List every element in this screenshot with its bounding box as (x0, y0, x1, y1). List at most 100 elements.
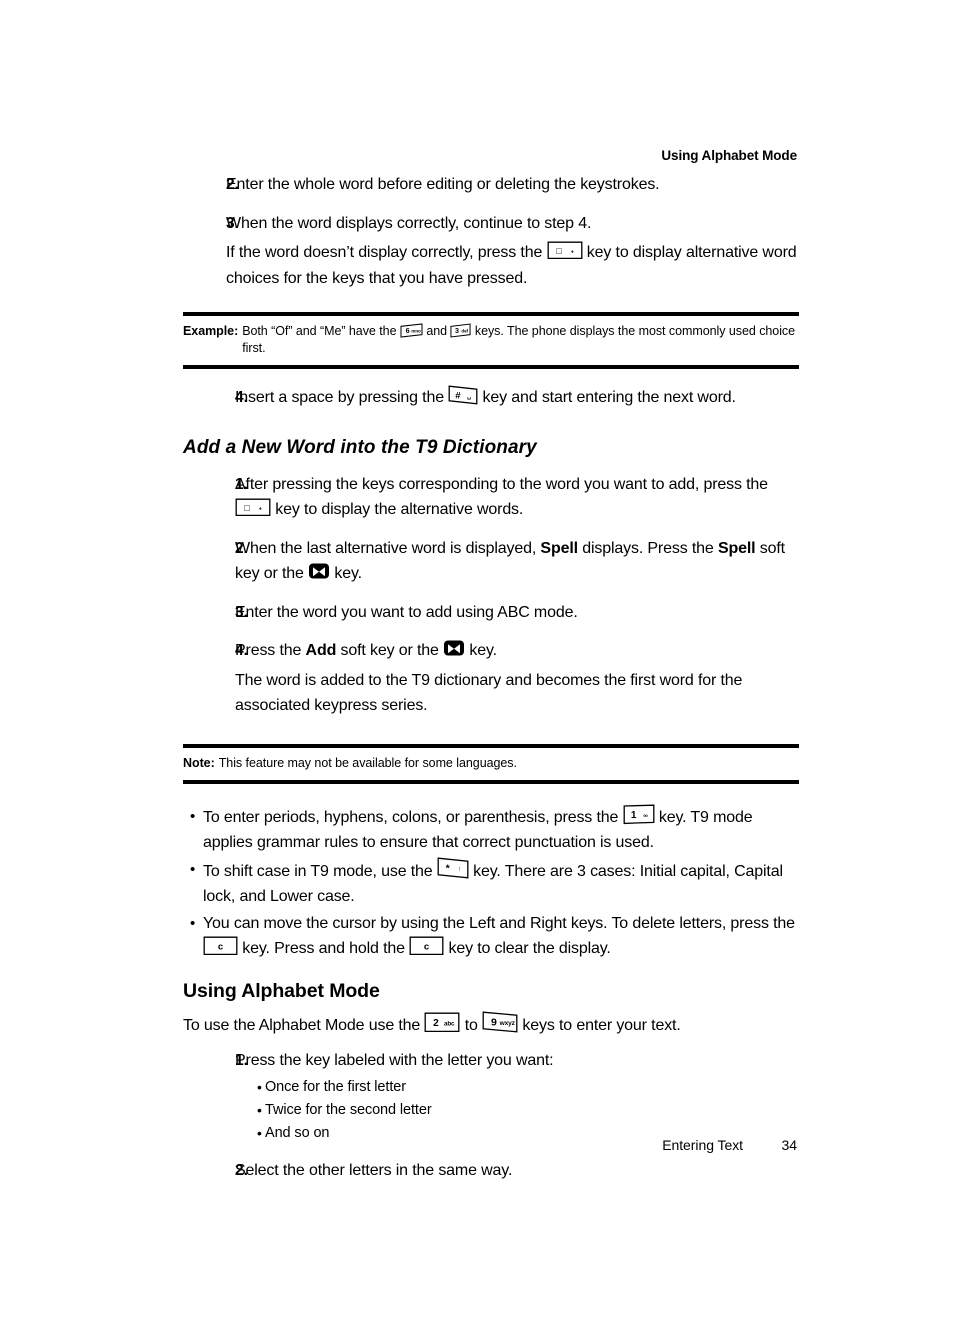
step-paragraph: Enter the whole word before editing or d… (226, 176, 660, 193)
svg-text:#: # (456, 390, 462, 401)
example-label: Example: (183, 324, 239, 338)
note-text: This feature may not be available for so… (218, 755, 517, 770)
bullet-dot-icon: • (190, 807, 196, 825)
step-number: 3. (235, 603, 248, 621)
phone-key-clear-icon: c (409, 936, 444, 956)
note-label: Note: (183, 755, 215, 770)
section-heading-alphabet-mode: Using Alphabet Mode (183, 979, 380, 1002)
svg-text:def: def (462, 329, 469, 334)
bullet-dot-icon: • (190, 914, 196, 932)
phone-key-1-icon: 1 ∞ (623, 804, 655, 825)
phone-key-pound-icon: # ␣ (448, 385, 478, 405)
svg-text:wxyz: wxyz (499, 1019, 516, 1026)
svg-text:mno: mno (411, 329, 421, 334)
numbered-step: 1. After pressing the keys corresponding … (183, 472, 799, 523)
footer-chapter-label: Entering Text (662, 1137, 743, 1153)
tip-bullet-text: To enter periods, hyphens, colons, or pa… (203, 804, 799, 856)
svg-text:␣: ␣ (467, 394, 471, 400)
step-paragraph: Insert a space by pressing the # ␣ key an… (235, 385, 799, 411)
tip-bullet-item: • To enter periods, hyphens, colons, or p… (183, 804, 799, 856)
svg-text:abc: abc (444, 1020, 455, 1027)
step-body: Select the other letters in the same way… (235, 1158, 799, 1184)
numbered-step: 1. Press the key labeled with the letter … (183, 1048, 799, 1145)
svg-text:9: 9 (491, 1016, 497, 1028)
step-body: Press the key labeled with the letter yo… (235, 1048, 799, 1145)
numbered-step: 4. Insert a space by pressing the # ␣ key … (183, 385, 799, 411)
phone-key-ok-nav-icon (443, 639, 465, 658)
note-box: Note: This feature may not be available … (183, 743, 799, 784)
tips-bullet-list: • To enter periods, hyphens, colons, or p… (183, 804, 799, 962)
bullet-dot-icon: • (257, 1078, 262, 1095)
tip-bullet-item: • To shift case in T9 mode, use the * ↑ ke… (183, 856, 799, 910)
page-content: 2. Enter the whole word before editing or… (183, 172, 799, 1196)
emphasis-text: Add (305, 642, 337, 659)
phone-key-star-icon: * ↑ (437, 856, 469, 879)
sub-bullet-text: Twice for the second letter (265, 1101, 432, 1118)
alphabet-steps-list: 1. Press the key labeled with the letter … (183, 1048, 799, 1183)
example-text: Both “Of” and “Me” have the 6 mno and 3 de… (242, 323, 796, 355)
step-paragraph: If the word doesn’t display correctly, p… (226, 240, 799, 291)
phone-key-ok-nav-icon (308, 562, 330, 581)
tip-bullet-text: To shift case in T9 mode, use the * ↑ key… (203, 856, 799, 910)
step-number: 2. (235, 539, 248, 557)
step-body: After pressing the keys corresponding to… (235, 472, 799, 523)
numbered-step: 4. Press the Add soft key or the key. The … (183, 638, 799, 719)
step-body: When the last alternative word is displa… (235, 536, 799, 587)
emphasis-text: Spell (540, 539, 578, 557)
sub-bullet-list: • Once for the first letter • Twice for the… (235, 1076, 799, 1145)
phone-key-0-plus-icon: □ + (547, 241, 583, 260)
bullet-dot-icon: • (257, 1101, 262, 1118)
svg-text:□: □ (556, 246, 562, 256)
phone-key-3-def-icon: 3 def (450, 323, 472, 338)
step-number: 2. (226, 176, 239, 193)
steps-top-list: 2. Enter the whole word before editing or… (183, 172, 799, 291)
t9-steps-list: 1. After pressing the keys corresponding … (183, 472, 799, 719)
step-number: 4. (235, 642, 248, 659)
step-paragraph: After pressing the keys corresponding to… (235, 475, 768, 519)
phone-key-6-mno-icon: 6 mno (400, 323, 423, 338)
step-paragraph: Press the key labeled with the letter yo… (235, 1052, 554, 1069)
step-four-list: 4. Insert a space by pressing the # ␣ key … (183, 385, 799, 411)
sub-bullet-item: • Twice for the second letter (235, 1099, 799, 1122)
svg-text:∞: ∞ (643, 812, 648, 819)
svg-text:2: 2 (434, 1017, 440, 1028)
numbered-step: 3. Enter the word you want to add using A… (183, 600, 799, 626)
step-number: 3. (226, 214, 239, 232)
phone-key-2-abc-icon: 2 abc (424, 1012, 460, 1033)
example-box: Example: Both “Of” and “Me” have the 6 mn… (183, 312, 799, 369)
svg-text:1: 1 (630, 809, 636, 820)
step-number: 4. (235, 389, 248, 406)
step-body: Insert a space by pressing the # ␣ key an… (235, 385, 799, 411)
alphabet-intro-paragraph: To use the Alphabet Mode use the 2 abc to… (183, 1010, 799, 1039)
svg-text:3: 3 (455, 327, 459, 335)
step-paragraph: When the word displays correctly, contin… (226, 214, 592, 232)
footer-page-number: 34 (781, 1137, 798, 1153)
svg-text:6: 6 (406, 326, 410, 335)
step-paragraph: Enter the word you want to add using ABC… (235, 603, 578, 621)
manual-page: Using Alphabet Mode 2. Enter the whole wo… (0, 0, 954, 1319)
step-paragraph: Press the Add soft key or the key. (235, 638, 799, 664)
phone-key-9-wxyz-icon: 9 wxyz (482, 1010, 518, 1033)
numbered-step: 2. When the last alternative word is disp… (183, 536, 799, 587)
svg-text:c: c (218, 941, 224, 952)
section-heading-t9-dictionary: Add a New Word into the T9 Dictionary (183, 436, 537, 458)
sub-bullet-item: • Once for the first letter (235, 1076, 799, 1099)
step-body: Enter the whole word before editing or d… (226, 172, 799, 198)
sub-bullet-text: Once for the first letter (265, 1078, 406, 1095)
numbered-step: 2. Select the other letters in the same w… (183, 1158, 799, 1184)
phone-key-0-plus-icon: □ + (235, 498, 271, 517)
emphasis-text: Spell (717, 539, 756, 557)
step-body: Enter the word you want to add using ABC… (235, 600, 799, 626)
numbered-step: 2. Enter the whole word before editing or… (183, 172, 799, 198)
step-number: 1. (235, 1052, 248, 1069)
tip-bullet-item: • You can move the cursor by using the Le… (183, 911, 799, 962)
running-header: Using Alphabet Mode (661, 148, 797, 163)
numbered-step: 3. When the word displays correctly, cont… (183, 211, 799, 292)
step-number: 2. (235, 1161, 248, 1179)
page-footer: Entering Text 34 (183, 1136, 797, 1154)
tip-bullet-text: You can move the cursor by using the Lef… (203, 914, 795, 958)
svg-text:c: c (424, 941, 430, 952)
step-body: Press the Add soft key or the key. The wo… (235, 638, 799, 719)
step-number: 1. (235, 475, 248, 493)
svg-text:□: □ (244, 503, 250, 513)
